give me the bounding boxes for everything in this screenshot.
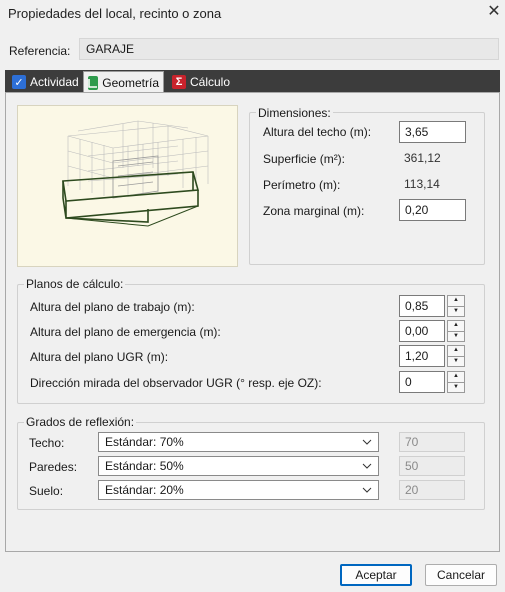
tab-geometria[interactable]: Geometría [83,71,164,93]
techo-value: 70 [399,432,465,452]
aceptar-button[interactable]: Aceptar [340,564,412,586]
planos-legend: Planos de cálculo: [24,277,126,291]
spin-up-icon[interactable]: ▲ [447,320,465,332]
direccion-ugr-stepper[interactable]: 0 ▲ ▼ [399,371,465,393]
plano-emergencia-input[interactable]: 0,00 [399,320,445,342]
plano-trabajo-input[interactable]: 0,85 [399,295,445,317]
plano-trabajo-stepper[interactable]: 0,85 ▲ ▼ [399,295,465,317]
spin-up-icon[interactable]: ▲ [447,345,465,357]
paredes-value: 50 [399,456,465,476]
superficie-value: 361,12 [404,151,441,165]
chevron-down-icon [362,485,372,495]
paredes-select-value: Estándar: 50% [105,459,184,473]
techo-label: Techo: [29,436,65,450]
plano-ugr-input[interactable]: 1,20 [399,345,445,367]
sigma-icon: Σ [172,75,186,89]
reflexion-legend: Grados de reflexión: [24,415,137,429]
altura-techo-label: Altura del techo (m): [263,125,372,139]
direccion-ugr-label: Dirección mirada del observador UGR (° r… [30,376,322,390]
paredes-label: Paredes: [29,460,78,474]
techo-select-value: Estándar: 70% [105,435,184,449]
building-wireframe-image [62,120,209,227]
plano-ugr-label: Altura del plano UGR (m): [30,350,169,364]
paredes-select[interactable]: Estándar: 50% [98,456,379,476]
window-title: Propiedades del local, recinto o zona [8,6,222,21]
model-preview [17,105,238,267]
suelo-select[interactable]: Estándar: 20% [98,480,379,500]
check-icon: ✓ [12,75,26,89]
referencia-label: Referencia: [9,44,71,58]
altura-techo-input[interactable]: 3,65 [399,121,466,143]
zona-marginal-input[interactable]: 0,20 [399,199,466,221]
chevron-down-icon [362,437,372,447]
geometry-icon [88,75,99,90]
close-button[interactable]: ✕ [484,2,504,22]
tab-actividad-label: Actividad [30,75,79,89]
suelo-label: Suelo: [29,484,64,498]
suelo-select-value: Estándar: 20% [105,483,184,497]
cancelar-button[interactable]: Cancelar [425,564,497,586]
plano-trabajo-label: Altura del plano de trabajo (m): [30,300,195,314]
spin-down-icon[interactable]: ▼ [447,331,465,342]
tab-calculo[interactable]: Σ Cálculo [168,72,234,92]
referencia-field[interactable]: GARAJE [79,38,499,60]
direccion-ugr-input[interactable]: 0 [399,371,445,393]
plano-ugr-stepper[interactable]: 1,20 ▲ ▼ [399,345,465,367]
tab-calculo-label: Cálculo [190,75,231,89]
dimensiones-legend: Dimensiones: [256,106,333,120]
plano-emergencia-stepper[interactable]: 0,00 ▲ ▼ [399,320,465,342]
close-icon: ✕ [487,3,501,20]
zona-marginal-label: Zona marginal (m): [263,204,365,218]
tab-actividad[interactable]: ✓ Actividad [8,72,83,92]
spin-down-icon[interactable]: ▼ [447,356,465,367]
perimetro-value: 113,14 [404,177,440,191]
spin-down-icon[interactable]: ▼ [447,306,465,317]
superficie-label: Superficie (m²): [263,152,346,166]
plano-emergencia-label: Altura del plano de emergencia (m): [30,325,221,339]
tab-geometria-label: Geometría [102,75,159,90]
spin-down-icon[interactable]: ▼ [447,382,465,393]
suelo-value: 20 [399,480,465,500]
spin-up-icon[interactable]: ▲ [447,295,465,307]
perimetro-label: Perímetro (m): [263,178,341,192]
techo-select[interactable]: Estándar: 70% [98,432,379,452]
spin-up-icon[interactable]: ▲ [447,371,465,383]
chevron-down-icon [362,461,372,471]
